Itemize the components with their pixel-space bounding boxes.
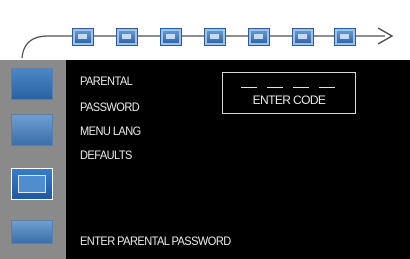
language-setup-icon[interactable] [11,68,53,100]
menu-item-password[interactable]: PASSWORD [80,100,140,114]
dvd-setup-screen: PARENTAL PASSWORD MENU LANG DEFAULTS ENT… [0,0,410,259]
code-slot-4 [319,87,335,88]
code-slot-3 [293,87,309,88]
misc-icon[interactable] [334,28,356,46]
system-icon[interactable] [248,28,270,46]
video-icon[interactable] [116,28,138,46]
status-message: ENTER PARENTAL PASSWORD [80,234,231,248]
parental-setup-icon[interactable] [11,168,53,200]
audio-icon[interactable] [72,28,94,46]
preference-icon[interactable] [11,220,53,244]
menu-item-parental[interactable]: PARENTAL [80,74,133,88]
top-icon-strip [0,0,410,62]
code-entry-box[interactable]: ENTER CODE [222,72,356,114]
menu-item-menu-lang[interactable]: MENU LANG [80,124,141,138]
speaker-setup-icon[interactable] [11,114,53,146]
parental-setup-panel: PARENTAL PASSWORD MENU LANG DEFAULTS ENT… [66,60,410,259]
code-slot-2 [267,87,283,88]
menu-item-defaults[interactable]: DEFAULTS [80,148,132,162]
language-icon[interactable] [204,28,226,46]
subtitle-icon[interactable] [160,28,182,46]
setup-sidebar [0,60,66,259]
code-slot-1 [241,87,257,88]
rating-icon[interactable] [292,28,314,46]
enter-code-label: ENTER CODE [252,93,326,107]
